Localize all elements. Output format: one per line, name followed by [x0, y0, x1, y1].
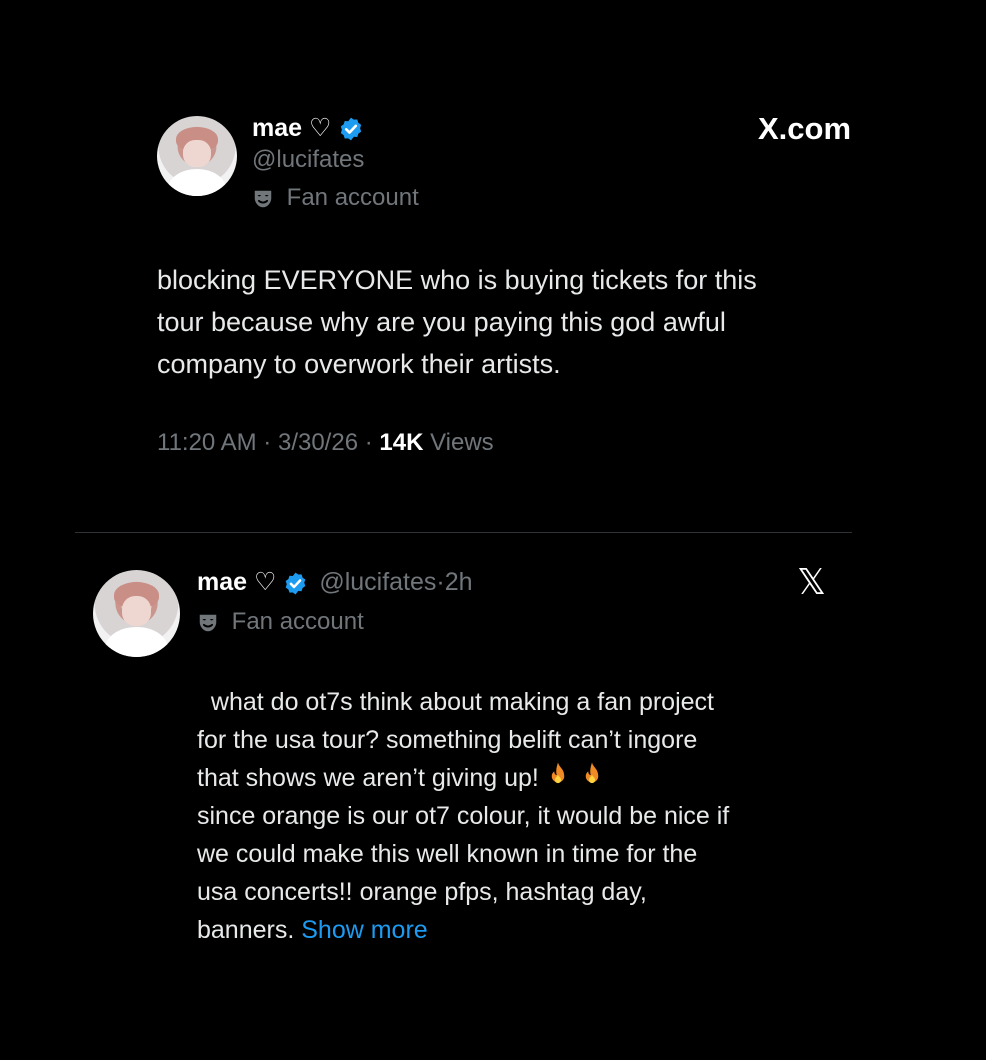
divider	[75, 532, 852, 533]
views-label: Views	[430, 429, 494, 456]
views-count: 14K	[379, 429, 424, 456]
mask-icon	[254, 190, 272, 207]
post-paragraph-1: what do ot7s think about making a fan pr…	[197, 688, 714, 792]
post-text: what do ot7s think about making a fan pr…	[197, 645, 714, 801]
tweet-date[interactable]: 3/30/26	[278, 429, 358, 456]
avatar[interactable]	[93, 570, 180, 657]
display-name-row: mae ♡	[252, 113, 364, 143]
avatar[interactable]	[157, 116, 237, 196]
tweet-meta: 11:20 AM · 3/30/26 · 14K Views	[157, 429, 494, 456]
handle[interactable]: @lucifates	[252, 146, 364, 174]
tweet-time[interactable]: 11:20 AM	[157, 429, 257, 456]
handle[interactable]: @lucifates	[319, 568, 436, 596]
display-name[interactable]: mae ♡	[252, 114, 331, 142]
post-paragraph-2-last: banners.	[197, 916, 295, 939]
fire-icon	[577, 760, 607, 801]
fan-account-label: Fan account	[197, 608, 364, 636]
post-header: mae ♡ @lucifates·2h	[197, 568, 473, 596]
x-logo-icon[interactable]: 𝕏	[797, 562, 826, 603]
fire-icon	[543, 760, 573, 801]
post-text-clip: since orange is our ot7 colour, it would…	[197, 797, 897, 939]
post-age[interactable]: 2h	[445, 568, 473, 596]
fan-account-label: Fan account	[252, 184, 419, 212]
post-paragraph-2: since orange is our ot7 colour, it would…	[197, 802, 730, 906]
verified-badge-icon	[286, 572, 306, 595]
site-label[interactable]: X.com	[758, 111, 851, 147]
fan-account-text: Fan account	[286, 184, 419, 211]
tweet-text: blocking EVERYONE who is buying tickets …	[157, 265, 757, 379]
mask-icon	[199, 614, 217, 631]
verified-badge-icon	[341, 118, 362, 141]
fan-account-text: Fan account	[231, 608, 364, 635]
show-more-link[interactable]: Show more	[301, 916, 427, 939]
display-name[interactable]: mae ♡	[197, 568, 276, 596]
